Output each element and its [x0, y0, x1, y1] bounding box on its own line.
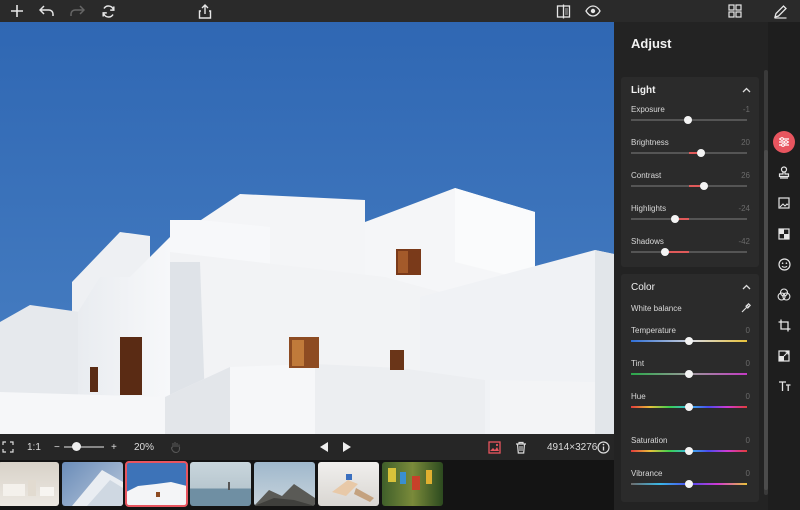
vibrance-value: 0: [745, 469, 750, 478]
redo-icon[interactable]: [68, 2, 86, 20]
face-icon[interactable]: [773, 253, 795, 275]
color-heading[interactable]: Color: [631, 282, 655, 293]
zoom-level: 20%: [134, 441, 155, 453]
trash-icon[interactable]: [515, 434, 527, 460]
crop-icon[interactable]: [773, 314, 795, 336]
canvas-controls-bar: 1:1 − + 20% 4914×3276: [0, 434, 614, 460]
highlights-slider-knob[interactable]: [671, 215, 680, 223]
chevron-up-icon[interactable]: [742, 85, 751, 95]
actual-size-button[interactable]: 1:1: [27, 434, 41, 460]
light-section: Light Exposure -1 Brightness 20 Contrast 26 Hi…: [621, 77, 759, 267]
shadows-slider-knob[interactable]: [660, 248, 669, 256]
tool-strip: [768, 22, 800, 510]
zoom-out-button[interactable]: −: [54, 434, 60, 460]
zoom-in-button[interactable]: +: [111, 434, 117, 460]
brightness-slider-track[interactable]: [631, 152, 747, 154]
tint-slider-knob[interactable]: [685, 370, 693, 378]
exposure-slider-knob[interactable]: [683, 116, 692, 124]
shadows-value: -42: [738, 237, 750, 246]
thumbnail-7[interactable]: [382, 462, 443, 506]
brightness-slider-knob[interactable]: [696, 149, 705, 157]
eyedropper-icon[interactable]: [741, 302, 752, 315]
grid-icon[interactable]: [726, 2, 744, 20]
info-icon[interactable]: [597, 434, 610, 460]
thumbnail-6[interactable]: [318, 462, 379, 506]
refresh-icon[interactable]: [99, 2, 117, 20]
fit-screen-icon[interactable]: [2, 434, 14, 460]
text-icon[interactable]: [773, 375, 795, 397]
color-section: Color White balance Temperature 0 Tint 0 Hue…: [621, 274, 759, 502]
image-dimensions: 4914×3276: [547, 441, 598, 453]
photo-white-buildings: [0, 22, 614, 434]
exposure-label: Exposure: [631, 105, 665, 114]
saturation-label: Saturation: [631, 436, 668, 445]
compare-icon[interactable]: [554, 2, 572, 20]
adjust-panel: Adjust Light Exposure -1 Brightness 20 Contr…: [614, 22, 768, 510]
temperature-slider-knob[interactable]: [685, 337, 693, 345]
adjust-icon[interactable]: [773, 131, 795, 153]
white-balance-label: White balance: [631, 304, 682, 313]
contrast-value: 26: [741, 171, 750, 180]
exposure-value: -1: [742, 105, 750, 114]
contrast-slider-knob[interactable]: [700, 182, 709, 190]
highlights-value: -24: [738, 204, 750, 213]
highlights-slider-track[interactable]: [631, 218, 747, 220]
image-icon[interactable]: [773, 192, 795, 214]
thumbnail-2[interactable]: [62, 462, 123, 506]
hue-slider-knob[interactable]: [685, 403, 693, 411]
thumbnail-4[interactable]: [190, 462, 251, 506]
panel-title: Adjust: [631, 36, 672, 51]
hue-value: 0: [745, 392, 750, 401]
thumbnail-3-selected[interactable]: [125, 461, 188, 507]
saturation-slider-knob[interactable]: [685, 447, 693, 455]
saturation-value: 0: [745, 436, 750, 445]
vibrance-label: Vibrance: [631, 469, 663, 478]
zoom-slider-knob[interactable]: [72, 442, 81, 451]
eye-icon[interactable]: [584, 2, 602, 20]
shadows-slider-track[interactable]: [631, 251, 747, 253]
photo-canvas[interactable]: [0, 22, 614, 434]
plus-icon[interactable]: [8, 2, 26, 20]
shadows-label: Shadows: [631, 237, 664, 246]
contrast-label: Contrast: [631, 171, 662, 180]
previous-image-icon[interactable]: [319, 434, 329, 460]
tint-label: Tint: [631, 359, 645, 368]
temperature-label: Temperature: [631, 326, 676, 335]
resize-icon[interactable]: [773, 345, 795, 367]
thumbnail-1[interactable]: [0, 462, 59, 506]
highlights-label: Highlights: [631, 204, 667, 213]
brightness-value: 20: [741, 138, 750, 147]
hand-icon[interactable]: [170, 434, 181, 460]
image-info-icon[interactable]: [488, 434, 501, 460]
blend-icon[interactable]: [773, 284, 795, 306]
temperature-value: 0: [745, 326, 750, 335]
share-icon[interactable]: [196, 2, 214, 20]
vibrance-slider-knob[interactable]: [685, 480, 693, 488]
checker-icon[interactable]: [773, 223, 795, 245]
hue-label: Hue: [631, 392, 646, 401]
brightness-label: Brightness: [631, 138, 669, 147]
next-image-icon[interactable]: [342, 434, 352, 460]
thumbnail-5[interactable]: [254, 462, 315, 506]
top-toolbar: [0, 0, 800, 22]
photo-editor: 1:1 − + 20% 4914×3276 Adjust Light Expos…: [0, 0, 800, 510]
chevron-up-icon[interactable]: [742, 282, 751, 292]
undo-icon[interactable]: [38, 2, 56, 20]
tint-value: 0: [745, 359, 750, 368]
stamp-icon[interactable]: [773, 162, 795, 184]
filmstrip: [0, 460, 614, 510]
light-heading[interactable]: Light: [631, 85, 655, 96]
zoom-slider-track[interactable]: [64, 446, 104, 448]
edit-icon[interactable]: [771, 2, 789, 20]
contrast-slider-track[interactable]: [631, 185, 747, 187]
